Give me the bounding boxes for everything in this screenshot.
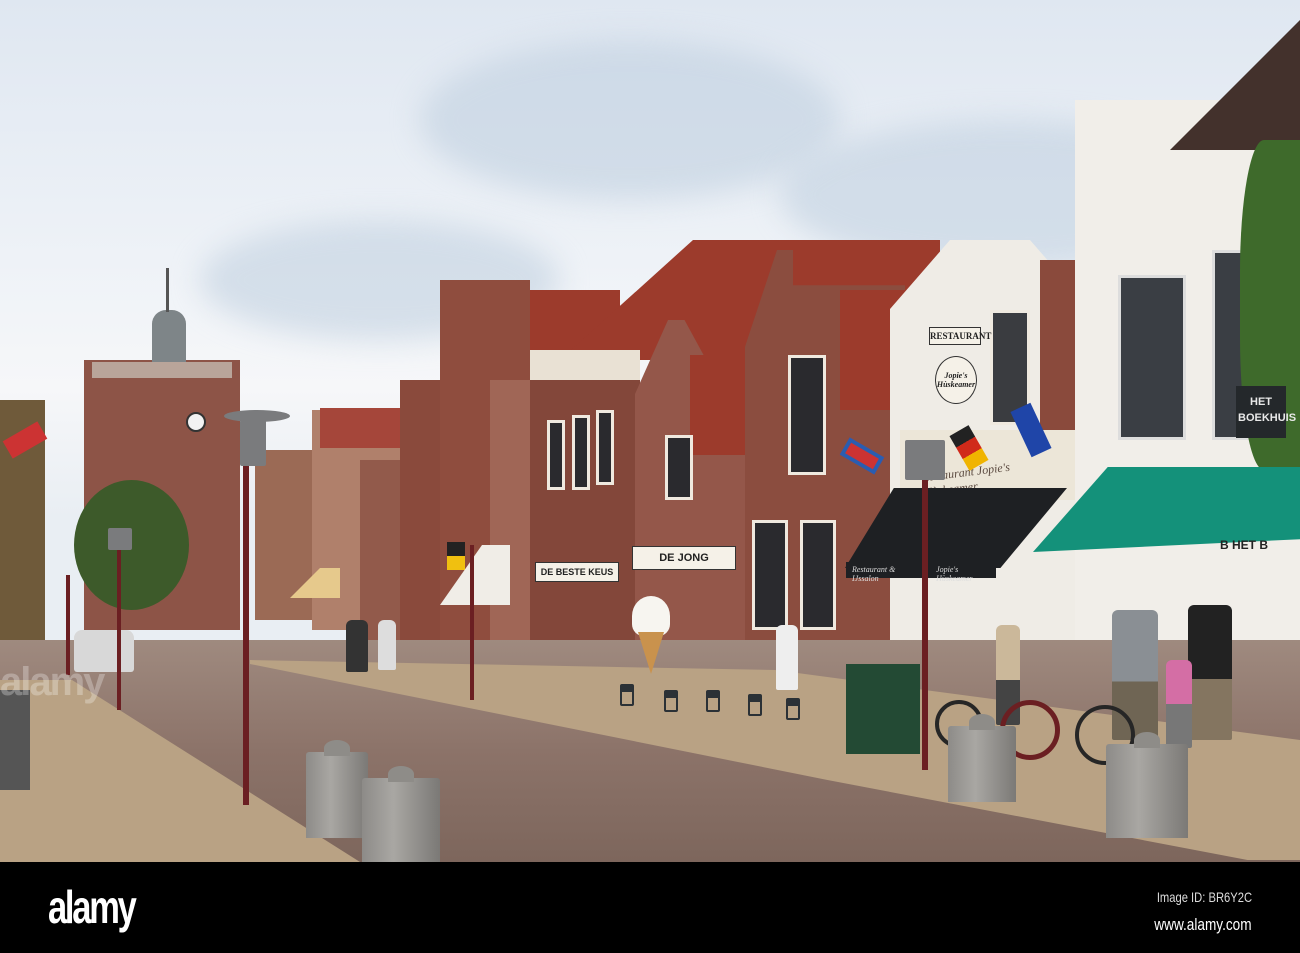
bollard: [1106, 732, 1188, 838]
lamp-head: [108, 528, 132, 550]
window: [547, 420, 565, 490]
alamy-logo: alamy: [48, 881, 137, 933]
person: [378, 620, 396, 670]
awning-right-text: Jopie's Hùskeamer: [936, 565, 973, 583]
bollard: [948, 714, 1016, 802]
building: [530, 350, 640, 680]
cornice: [530, 350, 640, 380]
website-link: www.alamy.com: [1154, 915, 1252, 934]
roof: [1170, 20, 1300, 150]
person: [1188, 605, 1232, 740]
window: [788, 355, 826, 475]
tower-spire: [152, 310, 186, 362]
window: [572, 415, 590, 490]
window: [596, 410, 614, 485]
bollard: [362, 766, 440, 862]
spire-needle: [166, 268, 169, 312]
lamp-post: [922, 470, 928, 770]
lamp-post: [470, 545, 474, 700]
green-bin: [846, 664, 920, 754]
shop-sign-de-jong: DE JONG: [632, 546, 736, 570]
bollard: [306, 740, 368, 838]
chair: [748, 694, 762, 716]
chair: [664, 690, 678, 712]
bookshop-sign: HET BOEKHUIS: [1236, 386, 1296, 438]
lamp-post: [117, 550, 121, 710]
street-photo: Restaurant Jopie's Hùskeamer RESTAURANT …: [0, 0, 1300, 862]
round-restaurant-sign: Jopie's Hùskeamer: [935, 356, 977, 404]
awning-valance: Restaurant & IJssalon Jopie's Hùskeamer: [846, 562, 996, 583]
lamp-post: [243, 460, 249, 805]
person: [346, 620, 368, 672]
shop-sign-de-beste-keus: DE BESTE KEUS: [535, 562, 619, 582]
chair: [620, 684, 634, 706]
tower-balustrade: [92, 362, 232, 378]
watermark-bar: [0, 862, 1300, 953]
ice-cream-scoop: [632, 596, 670, 636]
clock-icon: [186, 412, 206, 432]
cloud: [420, 40, 840, 200]
person: [776, 625, 798, 690]
restaurant-sign: RESTAURANT: [929, 327, 991, 345]
window: [1118, 275, 1186, 440]
roof: [320, 408, 412, 448]
child: [1166, 660, 1192, 748]
chair: [706, 690, 720, 712]
awning-left-text: Restaurant & IJssalon: [852, 565, 896, 583]
lamp-head: [240, 420, 266, 466]
bench: [0, 690, 30, 790]
flag: [447, 542, 465, 570]
chair: [786, 698, 800, 720]
window: [800, 520, 836, 630]
watermark-overlay: alamy: [0, 660, 105, 704]
window: [752, 520, 788, 630]
window: [665, 435, 693, 500]
lamp-head: [905, 440, 945, 480]
bookshop-awning-text: B HET B: [1220, 538, 1268, 552]
image-id: Image ID: BR6Y2C: [1156, 889, 1252, 905]
